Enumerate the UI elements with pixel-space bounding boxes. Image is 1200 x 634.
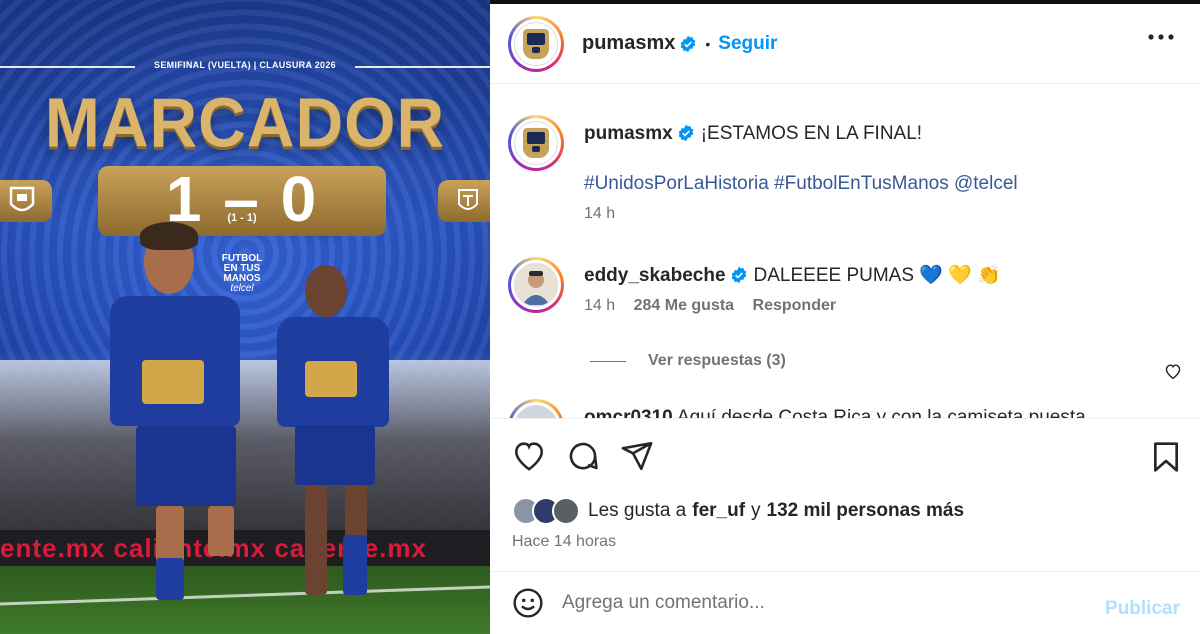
- commenter-avatar[interactable]: [508, 399, 564, 418]
- caption: pumasmx ¡ESTAMOS EN LA FINAL! #UnidosPorL…: [508, 115, 1018, 223]
- caption-avatar[interactable]: [508, 115, 564, 171]
- more-options-icon[interactable]: [1148, 34, 1174, 40]
- post-image[interactable]: SEMIFINAL (VUELTA) | CLAUSURA 2026 MARCA…: [0, 0, 490, 634]
- post-header: pumasmx • Seguir: [490, 4, 1200, 84]
- profile-avatar[interactable]: [508, 15, 564, 72]
- reply-button[interactable]: Responder: [753, 297, 837, 314]
- match-stage-label: SEMIFINAL (VUELTA) | CLAUSURA 2026: [154, 60, 336, 70]
- view-replies-button[interactable]: Ver respuestas (3): [590, 352, 786, 370]
- comment-time: 14 h: [584, 297, 616, 314]
- likes-summary[interactable]: Les gusta a fer_uf y 132 mil personas má…: [512, 497, 964, 525]
- post-details-panel: pumasmx • Seguir pumasmx ¡ESTAMOS EN LA F…: [490, 0, 1200, 634]
- replies-line: [590, 360, 626, 362]
- comment-icon[interactable]: [566, 439, 600, 473]
- pumas-crest-icon: [0, 180, 52, 222]
- publish-button[interactable]: Publicar: [1105, 598, 1180, 620]
- player-celebrating-left: [100, 220, 260, 630]
- person-avatar-icon: [522, 271, 550, 305]
- score-box: 1 – 0 (1 - 1): [98, 166, 386, 236]
- emoji-icon[interactable]: [512, 587, 544, 619]
- add-comment-bar: Publicar: [490, 571, 1200, 634]
- comment-input[interactable]: [562, 592, 1072, 614]
- pumas-logo-icon: [523, 128, 549, 158]
- likes-user[interactable]: fer_uf: [692, 500, 745, 522]
- liker-avatars[interactable]: [512, 497, 580, 525]
- verified-icon: [681, 35, 696, 52]
- comment-text: DALEEEE PUMAS 💙 💛 👏: [753, 265, 1001, 286]
- header-username[interactable]: pumasmx: [582, 32, 675, 55]
- comment: eddy_skabeche DALEEEE PUMAS 💙 💛 👏 14 h 28…: [508, 257, 1001, 315]
- save-icon[interactable]: [1152, 441, 1180, 473]
- commenter-username[interactable]: omcr0310: [584, 407, 673, 418]
- caption-time: 14 h: [584, 205, 616, 222]
- comment-text: Aquí desde Costa Rica y con la camiseta …: [676, 407, 1086, 418]
- post-timestamp[interactable]: Hace 14 horas: [512, 533, 616, 551]
- comment: omcr0310 Aquí desde Costa Rica y con la …: [508, 399, 1086, 418]
- likes-connector: y: [751, 500, 761, 521]
- separator-dot: •: [705, 35, 711, 52]
- liker-avatar: [552, 497, 580, 525]
- likes-prefix: Les gusta a: [588, 500, 687, 521]
- comments-section[interactable]: pumasmx ¡ESTAMOS EN LA FINAL! #UnidosPorL…: [490, 85, 1200, 418]
- share-icon[interactable]: [620, 439, 654, 473]
- aggregate-score: (1 - 1): [227, 212, 257, 224]
- pachuca-crest-icon: [438, 180, 490, 222]
- caption-text: ¡ESTAMOS EN LA FINAL!: [700, 123, 923, 144]
- pumas-logo-icon: [523, 28, 549, 59]
- comment-like-heart-icon[interactable]: [1164, 363, 1182, 379]
- likes-count[interactable]: 132 mil personas más: [767, 500, 965, 522]
- commenter-username[interactable]: eddy_skabeche: [584, 265, 726, 286]
- follow-button[interactable]: Seguir: [718, 33, 777, 55]
- verified-icon: [731, 266, 746, 284]
- post-actions: Les gusta a fer_uf y 132 mil personas má…: [490, 418, 1200, 570]
- caption-hashtags[interactable]: #UnidosPorLaHistoria #FutbolEnTusManos @…: [584, 171, 1018, 197]
- heart-icon[interactable]: [512, 439, 546, 471]
- caption-username[interactable]: pumasmx: [584, 123, 673, 144]
- view-replies-label: Ver respuestas (3): [648, 352, 786, 369]
- verified-icon: [678, 124, 694, 142]
- player-celebrating-right: [255, 265, 425, 605]
- comment-likes[interactable]: 284 Me gusta: [634, 297, 734, 314]
- commenter-avatar[interactable]: [508, 257, 564, 313]
